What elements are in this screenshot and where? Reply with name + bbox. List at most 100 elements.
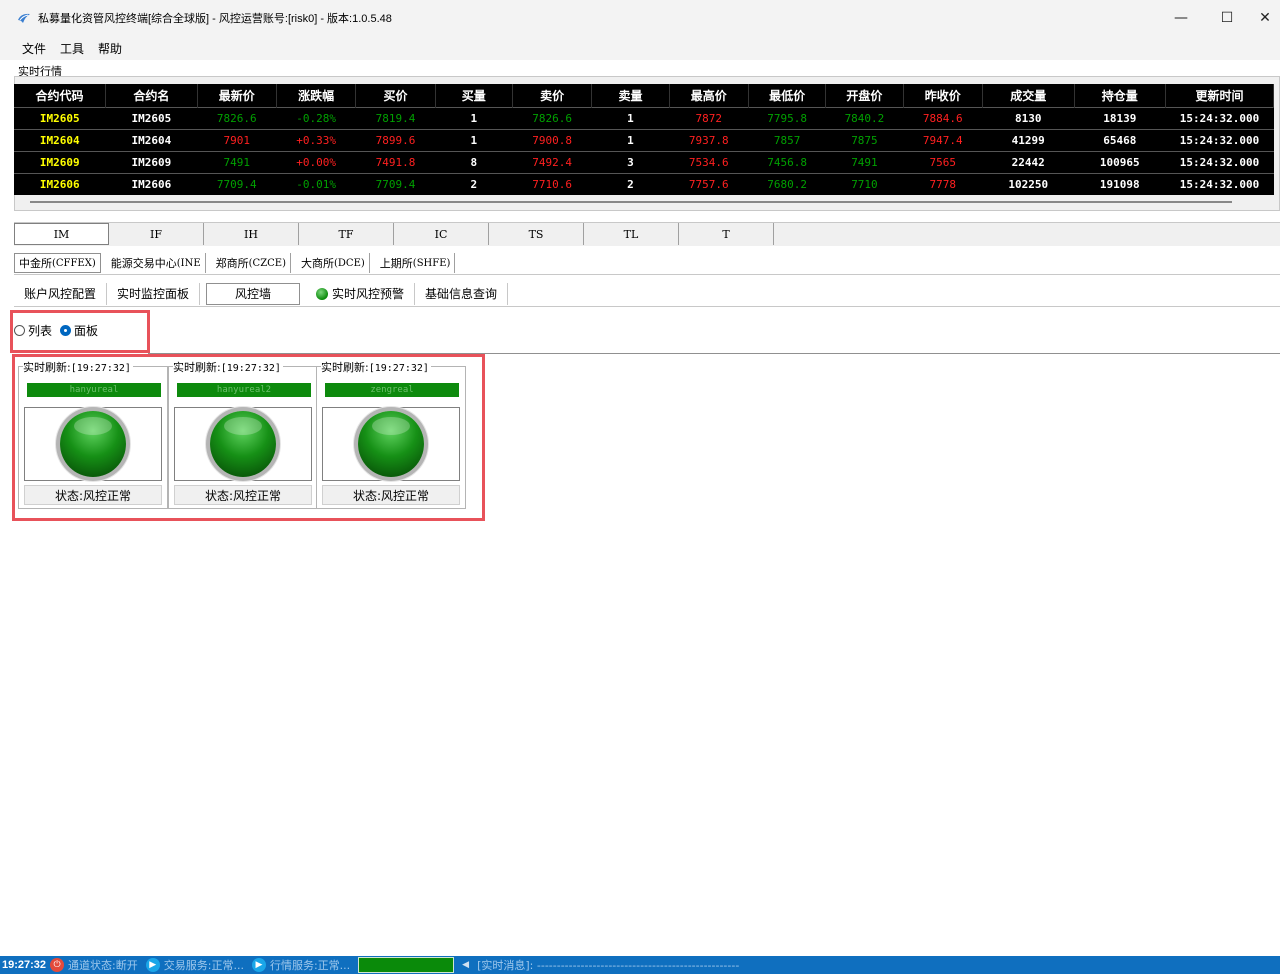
column-header[interactable]: 持仓量 xyxy=(1074,84,1167,107)
quote-cell: 22442 xyxy=(982,150,1074,173)
tab-exchange-0[interactable]: 中金所 (CFFEX) xyxy=(14,253,101,273)
scroll-left-icon[interactable]: ◀ xyxy=(462,960,469,970)
column-header[interactable]: 卖价 xyxy=(512,84,593,107)
column-header[interactable]: 成交量 xyxy=(982,84,1075,107)
refresh-timestamp: [19:27:32] xyxy=(220,363,281,374)
tab-account-risk-config[interactable]: 账户风控配置 xyxy=(14,282,108,305)
quote-cell: 7709.4 xyxy=(355,172,436,195)
quote-cell: 7456.8 xyxy=(748,150,826,173)
exchange-code: (INE xyxy=(176,257,201,269)
title-bar: 私募量化资管风控终端[综合全球版] - 风控运营账号:[risk0] - 版本:… xyxy=(0,0,1280,36)
quote-cell: IM2606 xyxy=(14,172,106,195)
tab-product-tl[interactable]: TL xyxy=(584,223,679,245)
quote-cell: 41299 xyxy=(982,128,1074,151)
menu-tools[interactable]: 工具 xyxy=(60,40,84,57)
quote-cell: 1 xyxy=(435,106,513,129)
quote-cell: -0.01% xyxy=(276,172,356,195)
tab-product-ic[interactable]: IC xyxy=(394,223,489,245)
account-risk-card[interactable]: 实时刷新:[19:27:32] hanyureal 状态:风控正常 xyxy=(18,359,168,509)
menu-file[interactable]: 文件 xyxy=(22,40,46,57)
column-header[interactable]: 更新时间 xyxy=(1165,84,1274,107)
quote-cell: 7680.2 xyxy=(748,172,826,195)
status-bar: 19:27:32 ⏻ 通道状态:断开 ▶ 交易服务:正常... ▶ 行情服务:正… xyxy=(0,956,1280,974)
menu-help[interactable]: 帮助 xyxy=(98,40,122,57)
quote-cell: 8130 xyxy=(982,106,1074,129)
quote-cell: 7819.4 xyxy=(355,106,436,129)
risk-status-button[interactable]: 状态:风控正常 xyxy=(24,485,162,505)
status-time: 19:27:32 xyxy=(2,959,47,971)
tab-product-t[interactable]: T xyxy=(679,223,774,245)
risk-status-button[interactable]: 状态:风控正常 xyxy=(174,485,312,505)
exchange-name: 中金所 xyxy=(19,257,52,270)
view-mode-selector: 列表 面板 xyxy=(14,320,106,340)
tab-exchange-1[interactable]: 能源交易中心 (INE xyxy=(107,253,206,273)
column-header[interactable]: 合约代码 xyxy=(14,84,107,107)
quote-cell: 2 xyxy=(435,172,513,195)
column-header[interactable]: 开盘价 xyxy=(825,84,904,107)
tab-basic-info-query[interactable]: 基础信息查询 xyxy=(415,282,509,305)
tab-realtime-alert-label: 实时风控预警 xyxy=(332,287,405,301)
quote-cell: 7900.8 xyxy=(512,128,592,151)
window-controls: — ☐ ✕ xyxy=(1158,0,1280,36)
quote-row[interactable]: IM2605 IM2605 7826.6 -0.28% 7819.4 1 7826.6 1 78… xyxy=(14,106,1274,129)
exchange-tab-strip: 中金所 (CFFEX) 能源交易中心 (INE 郑商所 (CZCE) 大商所 (DCE) 上期所… xyxy=(14,253,1280,275)
column-header[interactable]: 涨跌幅 xyxy=(276,84,357,107)
quote-cell: 7491 xyxy=(825,150,904,173)
status-lamp-icon xyxy=(60,411,126,477)
tab-realtime-monitor[interactable]: 实时监控面板 xyxy=(107,282,201,305)
column-header[interactable]: 最高价 xyxy=(669,84,749,107)
tab-risk-wall[interactable]: 风控墙 xyxy=(206,282,301,305)
risk-status-button[interactable]: 状态:风控正常 xyxy=(322,485,460,505)
quote-cell: 7899.6 xyxy=(355,128,436,151)
quote-cell: 7901 xyxy=(197,128,277,151)
tab-exchange-2[interactable]: 郑商所 (CZCE) xyxy=(212,253,292,273)
quote-cell: 7565 xyxy=(903,150,983,173)
quote-cell: -0.28% xyxy=(276,106,356,129)
panel-radio-label[interactable]: 面板 xyxy=(74,322,98,339)
status-lamp-icon xyxy=(210,411,276,477)
product-tab-strip: IM IF IH TF IC TS TL T xyxy=(14,222,1280,246)
tab-exchange-4[interactable]: 上期所 (SHFE) xyxy=(376,253,456,273)
channel-status: 通道状态:断开 xyxy=(68,959,138,972)
column-header[interactable]: 买价 xyxy=(355,84,436,107)
account-risk-card[interactable]: 实时刷新:[19:27:32] hanyureal2 状态:风控正常 xyxy=(168,359,318,509)
quote-cell: IM2604 xyxy=(105,128,198,151)
quote-cell: 7857 xyxy=(748,128,826,151)
quote-cell: 7947.4 xyxy=(903,128,983,151)
panel-radio[interactable] xyxy=(60,324,72,336)
account-risk-card[interactable]: 实时刷新:[19:27:32] zengreal 状态:风控正常 xyxy=(316,359,466,509)
tab-product-ih[interactable]: IH xyxy=(204,223,299,245)
tab-realtime-alert[interactable]: 实时风控预警 xyxy=(306,282,416,305)
quote-cell: 7710 xyxy=(825,172,904,195)
quote-cell: 7778 xyxy=(903,172,983,195)
close-button[interactable]: ✕ xyxy=(1250,0,1280,36)
column-header[interactable]: 最新价 xyxy=(197,84,277,107)
quote-cell: 100965 xyxy=(1074,150,1166,173)
quote-row[interactable]: IM2606 IM2606 7709.4 -0.01% 7709.4 2 7710.6 2 77… xyxy=(14,172,1274,195)
horizontal-scrollbar[interactable] xyxy=(30,201,1232,203)
list-radio-label[interactable]: 列表 xyxy=(28,322,52,339)
tab-product-im[interactable]: IM xyxy=(14,223,109,245)
column-header[interactable]: 合约名 xyxy=(105,84,198,107)
tab-product-ts[interactable]: TS xyxy=(489,223,584,245)
tab-product-tf[interactable]: TF xyxy=(299,223,394,245)
quote-cell: 1 xyxy=(435,128,513,151)
quote-cell: 15:24:32.000 xyxy=(1165,106,1274,129)
quote-cell: 7709.4 xyxy=(197,172,277,195)
maximize-button[interactable]: ☐ xyxy=(1204,0,1250,36)
exchange-code: (DCE) xyxy=(334,257,365,269)
quote-cell: 2 xyxy=(591,172,670,195)
tab-exchange-3[interactable]: 大商所 (DCE) xyxy=(297,253,370,273)
minimize-button[interactable]: — xyxy=(1158,0,1204,36)
refresh-label: 实时刷新: xyxy=(23,361,71,374)
column-header[interactable]: 卖量 xyxy=(591,84,670,107)
column-header[interactable]: 最低价 xyxy=(748,84,827,107)
quote-cell: IM2605 xyxy=(105,106,198,129)
column-header[interactable]: 买量 xyxy=(435,84,513,107)
column-header[interactable]: 昨收价 xyxy=(903,84,983,107)
quote-cell: 7795.8 xyxy=(748,106,826,129)
quote-row[interactable]: IM2609 IM2609 7491 +0.00% 7491.8 8 7492.4 3 7534… xyxy=(14,150,1274,173)
list-radio[interactable] xyxy=(14,324,25,336)
tab-product-if[interactable]: IF xyxy=(109,223,204,245)
quote-row[interactable]: IM2604 IM2604 7901 +0.33% 7899.6 1 7900.8 1 7937… xyxy=(14,128,1274,151)
